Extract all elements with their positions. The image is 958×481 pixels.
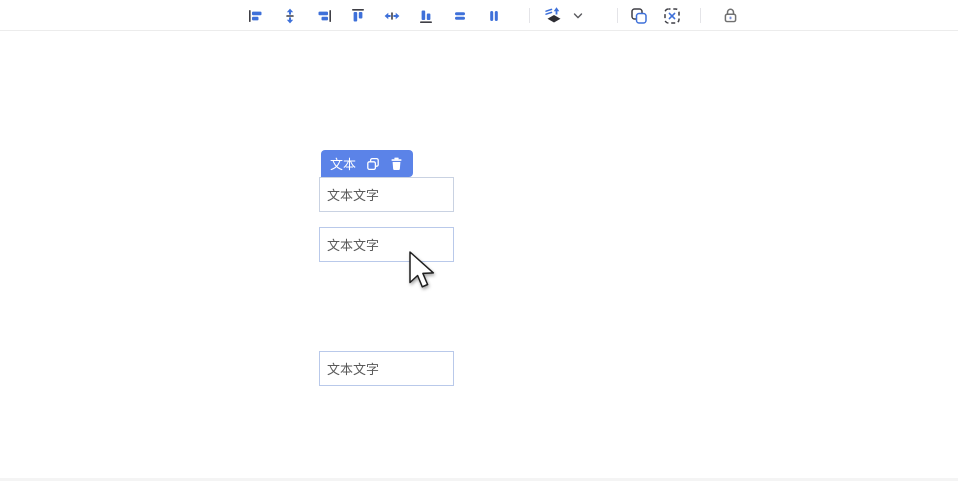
layer-order-dropdown[interactable]: [543, 0, 585, 31]
distribute-vertical-icon[interactable]: [449, 3, 471, 29]
selection-badge: 文本: [321, 150, 414, 177]
align-vertical-center-icon[interactable]: [279, 3, 301, 29]
align-bottom-icon[interactable]: [415, 3, 437, 29]
selection-badge-label: 文本: [330, 157, 357, 172]
duplicate-group: [628, 0, 683, 31]
text-element[interactable]: 文本文字: [319, 351, 454, 386]
toolbar-separator: [529, 8, 530, 23]
chevron-down-icon[interactable]: [571, 3, 585, 29]
toolbar-separator: [700, 8, 701, 23]
text-element-selected[interactable]: 文本文字: [319, 177, 454, 212]
duplicate-icon[interactable]: [628, 3, 650, 29]
text-element-value: 文本文字: [327, 188, 380, 203]
text-element-value: 文本文字: [327, 238, 380, 253]
distribute-horizontal-icon[interactable]: [483, 3, 505, 29]
lock-icon[interactable]: [719, 3, 741, 29]
align-top-icon[interactable]: [347, 3, 369, 29]
toolbar-separator: [617, 8, 618, 23]
toolbar: [0, 0, 958, 31]
lock-group: [719, 0, 741, 31]
text-element-value: 文本文字: [327, 362, 380, 377]
copy-icon[interactable]: [366, 157, 380, 171]
remove-duplicate-icon[interactable]: [661, 3, 683, 29]
layer-order-icon[interactable]: [543, 3, 565, 29]
trash-icon[interactable]: [390, 157, 403, 171]
alignment-group: [245, 0, 505, 31]
align-right-icon[interactable]: [313, 3, 335, 29]
text-element[interactable]: 文本文字: [319, 227, 454, 262]
align-horizontal-center-icon[interactable]: [381, 3, 403, 29]
align-left-icon[interactable]: [245, 3, 267, 29]
